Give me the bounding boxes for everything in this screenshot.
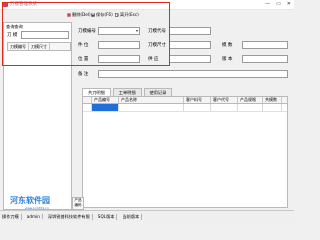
detail-tabs: 共刀明细 工单明细 使用记录: [82, 88, 174, 96]
status-bar: 操作刀模 admin 深圳锐普科技软件有限 SQL版本 当前版本: [0, 210, 294, 222]
table-row[interactable]: [83, 104, 287, 112]
tab-usage-log[interactable]: 使用记录: [143, 88, 173, 96]
modulus-field[interactable]: [242, 41, 288, 49]
product-grid-header: 产品编号 产品名称 客户料号 客户代号 产品规格 共模数: [83, 97, 287, 104]
watermark-logo: 河东软件园: [10, 196, 50, 205]
tab-shared-dies[interactable]: 共刀明细: [82, 88, 111, 96]
column-header[interactable]: 客户料号: [184, 97, 211, 103]
version-field[interactable]: [242, 55, 288, 63]
table-cell-selected[interactable]: [92, 104, 119, 111]
status-user: admin: [25, 214, 43, 219]
tab-work-orders[interactable]: 工单明细: [112, 88, 142, 96]
maximize-button[interactable]: ▭: [276, 1, 281, 7]
column-header[interactable]: 共模数: [263, 97, 282, 103]
table-cell[interactable]: [211, 104, 238, 111]
minimize-button[interactable]: —: [265, 1, 270, 7]
status-company: 深圳锐普科技软件有限: [46, 213, 93, 220]
note-label: 备 注: [78, 72, 89, 77]
row-indicator-header: [83, 97, 92, 103]
version-label: 版 本: [222, 57, 233, 62]
product-code-button[interactable]: 产品 编码: [72, 197, 84, 210]
table-cell[interactable]: [263, 104, 282, 111]
modulus-label: 模 数: [222, 43, 233, 48]
size-field[interactable]: [169, 41, 211, 49]
table-cell[interactable]: [184, 104, 211, 111]
die-code-field[interactable]: [169, 27, 211, 35]
row-indicator: [83, 104, 92, 111]
close-button[interactable]: ✕: [287, 1, 291, 7]
window-controls: — ▭ ✕: [265, 1, 291, 7]
note-field[interactable]: [98, 70, 288, 78]
supplier-field[interactable]: [169, 55, 211, 63]
annotation-highlight-box: [2, 2, 170, 66]
column-header[interactable]: 产品名称: [119, 97, 184, 103]
status-module: 操作刀模: [0, 213, 22, 220]
table-cell[interactable]: [119, 104, 184, 111]
table-cell[interactable]: [238, 104, 263, 111]
column-header[interactable]: 产品编号: [92, 97, 119, 103]
status-db-version: SQL版本: [96, 213, 118, 220]
status-current-version: 当前版本: [120, 213, 143, 220]
product-grid: 产品编号 产品名称 客户料号 客户代号 产品规格 共模数: [82, 96, 288, 208]
column-header[interactable]: 客户代号: [211, 97, 238, 103]
column-header[interactable]: 产品规格: [238, 97, 263, 103]
